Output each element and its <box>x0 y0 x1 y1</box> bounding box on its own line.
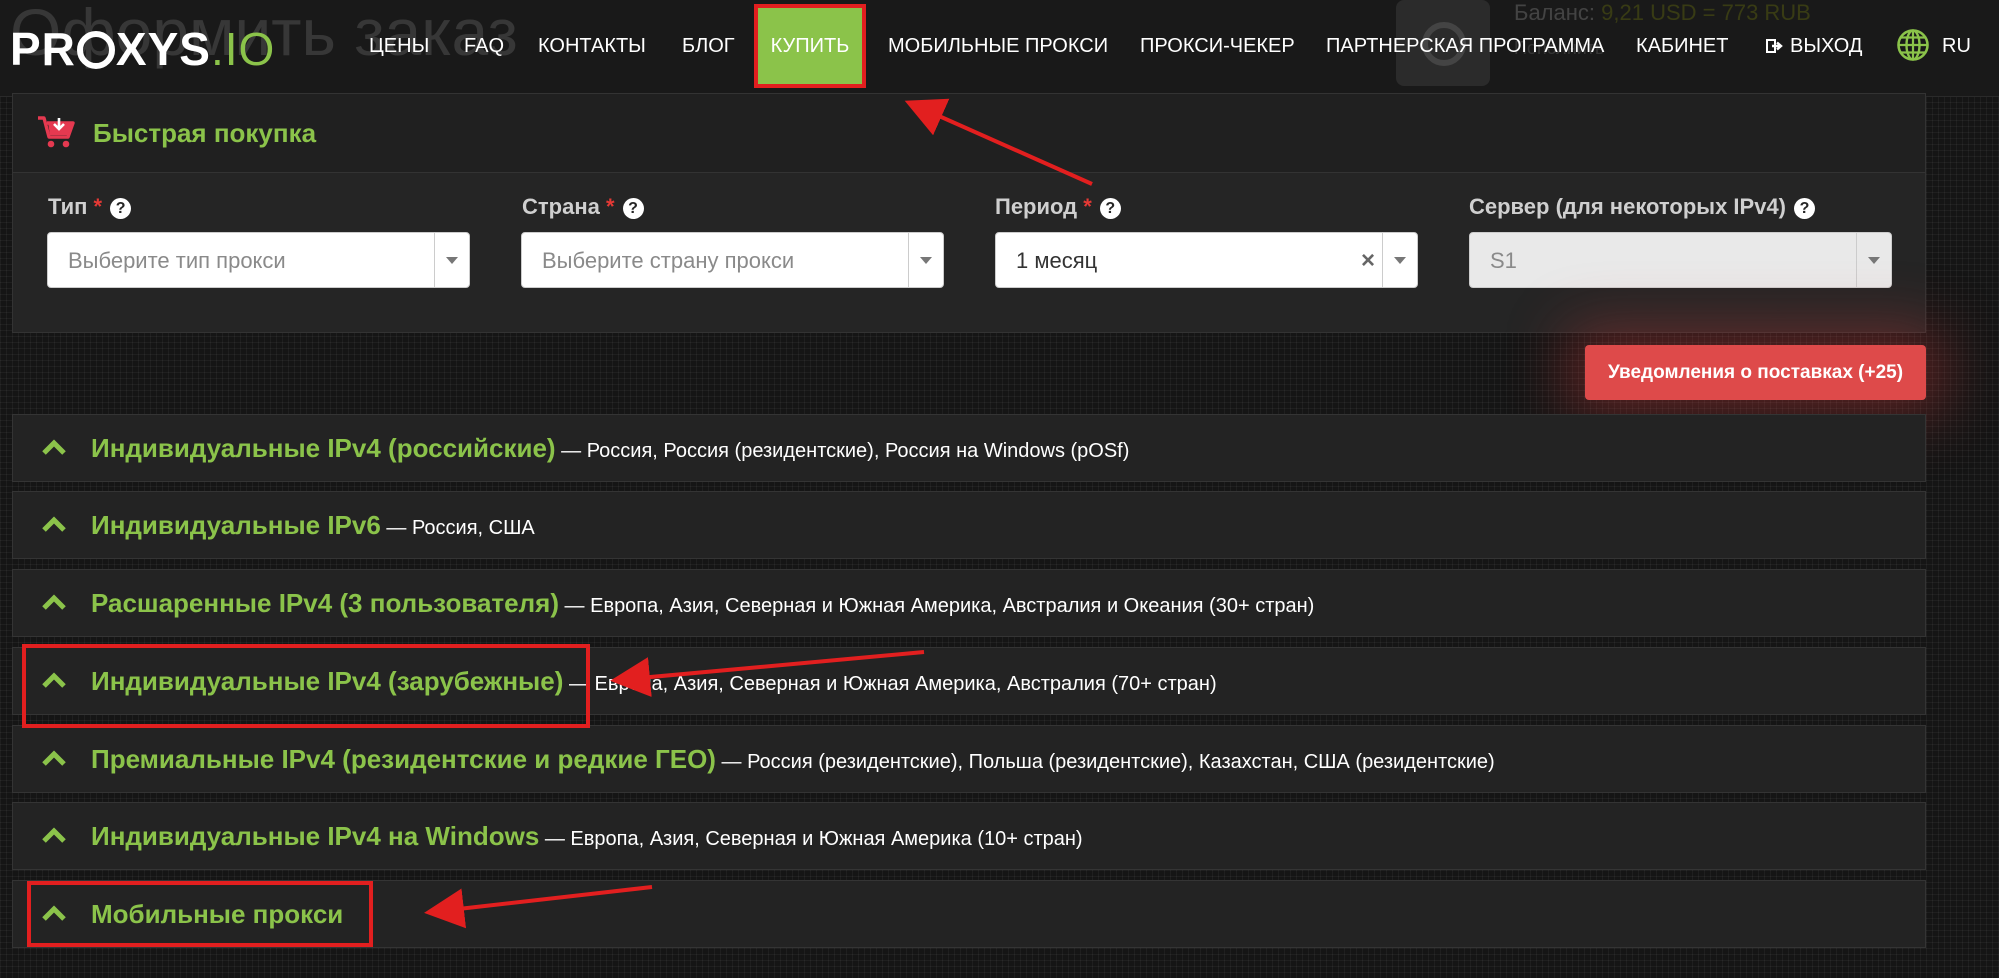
annotation-arrows <box>424 98 1093 929</box>
arrow-to-buy <box>904 98 1093 186</box>
arrow-to-foreign <box>610 650 925 698</box>
arrow-to-mobile <box>424 885 653 929</box>
